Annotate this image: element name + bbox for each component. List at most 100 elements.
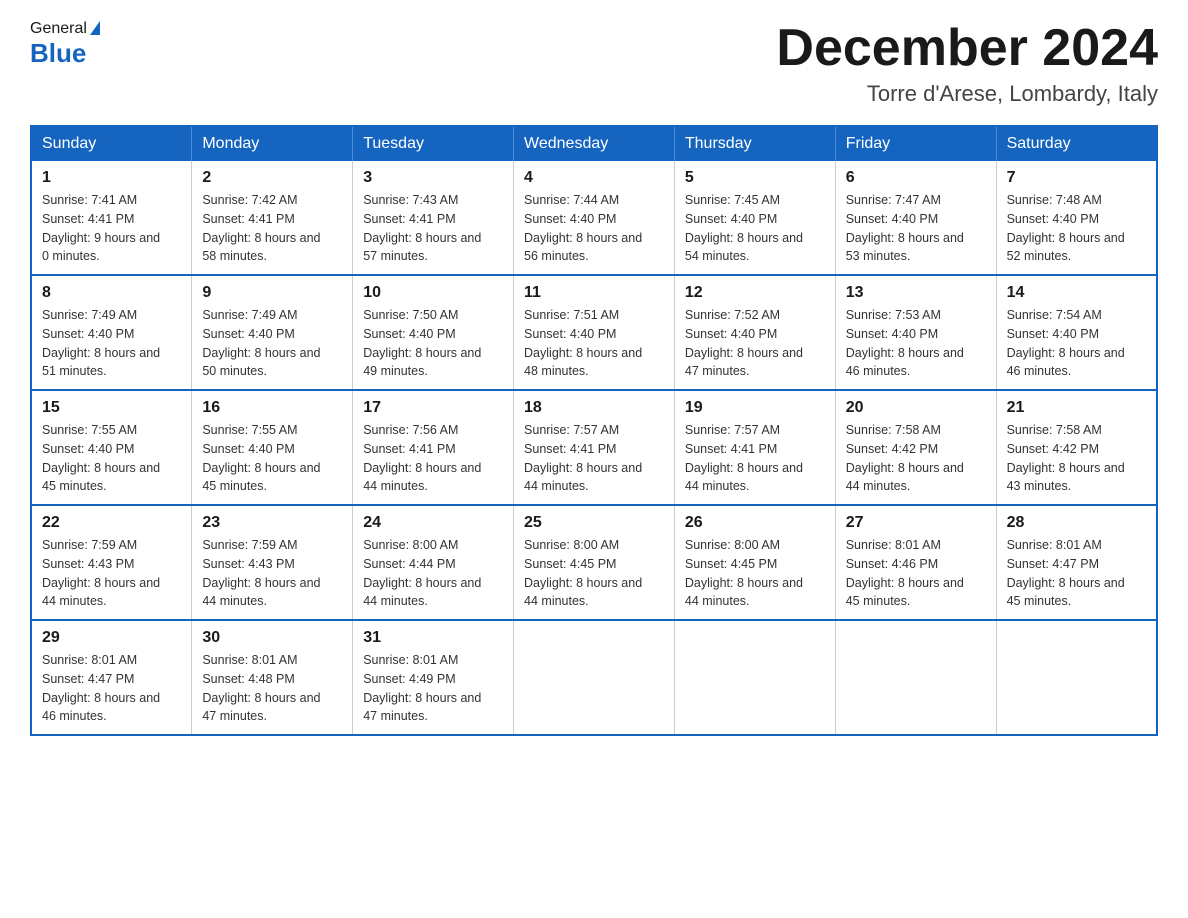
table-row — [514, 620, 675, 735]
table-row: 25 Sunrise: 8:00 AM Sunset: 4:45 PM Dayl… — [514, 505, 675, 620]
day-number: 18 — [524, 399, 664, 417]
table-row: 16 Sunrise: 7:55 AM Sunset: 4:40 PM Dayl… — [192, 390, 353, 505]
day-number: 2 — [202, 169, 342, 187]
day-number: 20 — [846, 399, 986, 417]
logo: General Blue — [30, 20, 100, 69]
table-row: 3 Sunrise: 7:43 AM Sunset: 4:41 PM Dayli… — [353, 161, 514, 275]
table-row: 31 Sunrise: 8:01 AM Sunset: 4:49 PM Dayl… — [353, 620, 514, 735]
day-info: Sunrise: 7:51 AM Sunset: 4:40 PM Dayligh… — [524, 306, 664, 381]
day-info: Sunrise: 8:01 AM Sunset: 4:46 PM Dayligh… — [846, 536, 986, 611]
day-number: 24 — [363, 514, 503, 532]
day-number: 27 — [846, 514, 986, 532]
month-title: December 2024 — [776, 20, 1158, 77]
col-friday: Friday — [835, 126, 996, 161]
col-wednesday: Wednesday — [514, 126, 675, 161]
col-thursday: Thursday — [674, 126, 835, 161]
col-sunday: Sunday — [31, 126, 192, 161]
table-row: 27 Sunrise: 8:01 AM Sunset: 4:46 PM Dayl… — [835, 505, 996, 620]
day-info: Sunrise: 7:59 AM Sunset: 4:43 PM Dayligh… — [42, 536, 181, 611]
day-info: Sunrise: 7:41 AM Sunset: 4:41 PM Dayligh… — [42, 191, 181, 266]
day-info: Sunrise: 7:49 AM Sunset: 4:40 PM Dayligh… — [202, 306, 342, 381]
day-info: Sunrise: 7:49 AM Sunset: 4:40 PM Dayligh… — [42, 306, 181, 381]
day-info: Sunrise: 7:42 AM Sunset: 4:41 PM Dayligh… — [202, 191, 342, 266]
header: General Blue December 2024 Torre d'Arese… — [30, 20, 1158, 107]
day-info: Sunrise: 7:44 AM Sunset: 4:40 PM Dayligh… — [524, 191, 664, 266]
day-number: 12 — [685, 284, 825, 302]
day-number: 16 — [202, 399, 342, 417]
day-number: 14 — [1007, 284, 1146, 302]
day-info: Sunrise: 7:53 AM Sunset: 4:40 PM Dayligh… — [846, 306, 986, 381]
table-row: 8 Sunrise: 7:49 AM Sunset: 4:40 PM Dayli… — [31, 275, 192, 390]
table-row: 26 Sunrise: 8:00 AM Sunset: 4:45 PM Dayl… — [674, 505, 835, 620]
day-info: Sunrise: 8:00 AM Sunset: 4:45 PM Dayligh… — [685, 536, 825, 611]
day-number: 29 — [42, 629, 181, 647]
day-info: Sunrise: 8:01 AM Sunset: 4:47 PM Dayligh… — [42, 651, 181, 726]
day-number: 8 — [42, 284, 181, 302]
logo-blue-text: Blue — [30, 38, 86, 68]
table-row: 5 Sunrise: 7:45 AM Sunset: 4:40 PM Dayli… — [674, 161, 835, 275]
day-info: Sunrise: 8:00 AM Sunset: 4:45 PM Dayligh… — [524, 536, 664, 611]
title-area: December 2024 Torre d'Arese, Lombardy, I… — [776, 20, 1158, 107]
day-number: 23 — [202, 514, 342, 532]
day-number: 30 — [202, 629, 342, 647]
table-row — [674, 620, 835, 735]
col-tuesday: Tuesday — [353, 126, 514, 161]
day-info: Sunrise: 8:01 AM Sunset: 4:48 PM Dayligh… — [202, 651, 342, 726]
table-row: 7 Sunrise: 7:48 AM Sunset: 4:40 PM Dayli… — [996, 161, 1157, 275]
day-number: 21 — [1007, 399, 1146, 417]
header-row: Sunday Monday Tuesday Wednesday Thursday… — [31, 126, 1157, 161]
day-number: 4 — [524, 169, 664, 187]
day-number: 28 — [1007, 514, 1146, 532]
table-row: 23 Sunrise: 7:59 AM Sunset: 4:43 PM Dayl… — [192, 505, 353, 620]
day-number: 13 — [846, 284, 986, 302]
col-saturday: Saturday — [996, 126, 1157, 161]
table-row: 4 Sunrise: 7:44 AM Sunset: 4:40 PM Dayli… — [514, 161, 675, 275]
day-number: 7 — [1007, 169, 1146, 187]
calendar-week-1: 8 Sunrise: 7:49 AM Sunset: 4:40 PM Dayli… — [31, 275, 1157, 390]
day-number: 26 — [685, 514, 825, 532]
table-row: 28 Sunrise: 8:01 AM Sunset: 4:47 PM Dayl… — [996, 505, 1157, 620]
day-number: 6 — [846, 169, 986, 187]
table-row: 20 Sunrise: 7:58 AM Sunset: 4:42 PM Dayl… — [835, 390, 996, 505]
day-info: Sunrise: 7:54 AM Sunset: 4:40 PM Dayligh… — [1007, 306, 1146, 381]
day-info: Sunrise: 7:59 AM Sunset: 4:43 PM Dayligh… — [202, 536, 342, 611]
table-row: 30 Sunrise: 8:01 AM Sunset: 4:48 PM Dayl… — [192, 620, 353, 735]
day-info: Sunrise: 7:43 AM Sunset: 4:41 PM Dayligh… — [363, 191, 503, 266]
day-number: 5 — [685, 169, 825, 187]
day-info: Sunrise: 7:52 AM Sunset: 4:40 PM Dayligh… — [685, 306, 825, 381]
calendar-week-0: 1 Sunrise: 7:41 AM Sunset: 4:41 PM Dayli… — [31, 161, 1157, 275]
day-number: 10 — [363, 284, 503, 302]
day-info: Sunrise: 7:56 AM Sunset: 4:41 PM Dayligh… — [363, 421, 503, 496]
table-row: 29 Sunrise: 8:01 AM Sunset: 4:47 PM Dayl… — [31, 620, 192, 735]
day-info: Sunrise: 7:57 AM Sunset: 4:41 PM Dayligh… — [524, 421, 664, 496]
table-row: 14 Sunrise: 7:54 AM Sunset: 4:40 PM Dayl… — [996, 275, 1157, 390]
table-row: 13 Sunrise: 7:53 AM Sunset: 4:40 PM Dayl… — [835, 275, 996, 390]
table-row: 11 Sunrise: 7:51 AM Sunset: 4:40 PM Dayl… — [514, 275, 675, 390]
day-info: Sunrise: 8:01 AM Sunset: 4:47 PM Dayligh… — [1007, 536, 1146, 611]
day-info: Sunrise: 7:47 AM Sunset: 4:40 PM Dayligh… — [846, 191, 986, 266]
day-info: Sunrise: 7:45 AM Sunset: 4:40 PM Dayligh… — [685, 191, 825, 266]
day-info: Sunrise: 7:58 AM Sunset: 4:42 PM Dayligh… — [846, 421, 986, 496]
calendar-week-3: 22 Sunrise: 7:59 AM Sunset: 4:43 PM Dayl… — [31, 505, 1157, 620]
table-row — [835, 620, 996, 735]
day-info: Sunrise: 7:57 AM Sunset: 4:41 PM Dayligh… — [685, 421, 825, 496]
location-subtitle: Torre d'Arese, Lombardy, Italy — [776, 81, 1158, 107]
table-row: 24 Sunrise: 8:00 AM Sunset: 4:44 PM Dayl… — [353, 505, 514, 620]
table-row: 15 Sunrise: 7:55 AM Sunset: 4:40 PM Dayl… — [31, 390, 192, 505]
table-row: 2 Sunrise: 7:42 AM Sunset: 4:41 PM Dayli… — [192, 161, 353, 275]
table-row: 6 Sunrise: 7:47 AM Sunset: 4:40 PM Dayli… — [835, 161, 996, 275]
day-number: 25 — [524, 514, 664, 532]
table-row: 10 Sunrise: 7:50 AM Sunset: 4:40 PM Dayl… — [353, 275, 514, 390]
day-info: Sunrise: 7:58 AM Sunset: 4:42 PM Dayligh… — [1007, 421, 1146, 496]
day-number: 22 — [42, 514, 181, 532]
day-number: 19 — [685, 399, 825, 417]
day-number: 11 — [524, 284, 664, 302]
day-number: 31 — [363, 629, 503, 647]
day-info: Sunrise: 7:50 AM Sunset: 4:40 PM Dayligh… — [363, 306, 503, 381]
table-row: 19 Sunrise: 7:57 AM Sunset: 4:41 PM Dayl… — [674, 390, 835, 505]
table-row: 22 Sunrise: 7:59 AM Sunset: 4:43 PM Dayl… — [31, 505, 192, 620]
day-number: 1 — [42, 169, 181, 187]
calendar-week-2: 15 Sunrise: 7:55 AM Sunset: 4:40 PM Dayl… — [31, 390, 1157, 505]
table-row: 21 Sunrise: 7:58 AM Sunset: 4:42 PM Dayl… — [996, 390, 1157, 505]
logo-general-text: General — [30, 20, 87, 38]
